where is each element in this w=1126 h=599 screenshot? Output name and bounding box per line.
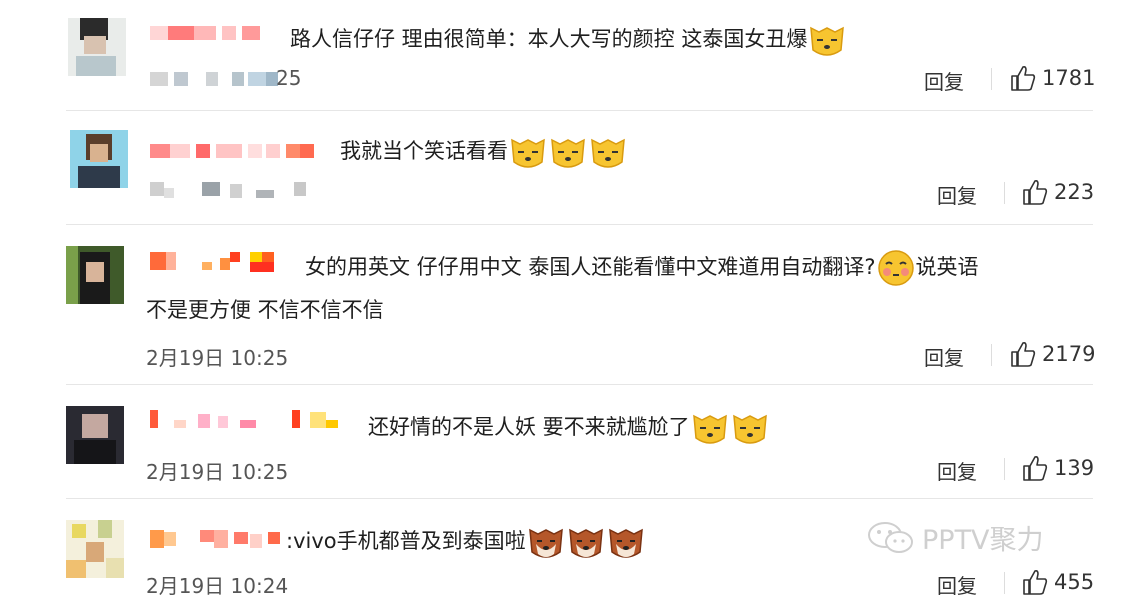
thumbs-up-icon	[1023, 456, 1048, 481]
like-button[interactable]: 455	[1022, 568, 1094, 596]
username-blurred[interactable]	[150, 22, 270, 46]
brown-dog-emoji-icon	[526, 522, 566, 562]
dog-emoji-icon	[690, 408, 730, 448]
timestamp-tail: 25	[276, 66, 302, 90]
dog-emoji-icon	[730, 408, 770, 448]
like-count: 1781	[1042, 66, 1096, 90]
like-count: 455	[1054, 570, 1095, 594]
comment-text-content: 路人信仔仔 理由很简单：本人大写的颜控 这泰国女丑爆	[290, 27, 808, 51]
dog-emoji-icon	[548, 132, 588, 172]
shy-face-emoji-icon	[876, 248, 916, 288]
brown-dog-emoji-icon	[606, 522, 646, 562]
comment-text-content: :vivo手机都普及到泰国啦	[286, 529, 526, 553]
avatar[interactable]	[70, 130, 128, 188]
reply-button[interactable]: 回复	[924, 342, 964, 371]
timestamp-blurred	[150, 180, 310, 204]
reply-button[interactable]: 回复	[937, 456, 977, 485]
separator	[991, 68, 992, 90]
timestamp: 2月19日 10:24	[146, 574, 289, 598]
like-button[interactable]: 139	[1022, 454, 1094, 482]
thumbs-up-icon	[1023, 180, 1048, 205]
comment-text-line2: 不是更方便 不信不信不信	[146, 298, 384, 322]
thumbs-up-icon	[1023, 570, 1048, 595]
divider	[66, 110, 1093, 111]
divider	[66, 384, 1093, 385]
comment-text: 我就当个笑话看看	[340, 132, 628, 172]
thumbs-up-icon	[1011, 66, 1036, 91]
brown-dog-emoji-icon	[566, 522, 606, 562]
comment-text-content: 我就当个笑话看看	[340, 139, 508, 163]
comment-text: :vivo手机都普及到泰国啦	[286, 522, 646, 562]
like-count: 223	[1054, 180, 1095, 204]
avatar[interactable]	[68, 18, 126, 76]
comment-text-after: 说英语	[915, 255, 979, 279]
separator	[1004, 182, 1005, 204]
dog-emoji-icon	[588, 132, 628, 172]
separator	[991, 344, 992, 366]
comment-text-content: 还好情的不是人妖 要不来就尴尬了	[368, 415, 690, 439]
wechat-icon	[868, 521, 913, 553]
reply-button[interactable]: 回复	[924, 66, 964, 95]
comment-text-content: 女的用英文 仔仔用中文 泰国人还能看懂中文难道用自动翻译?	[305, 255, 876, 279]
username-blurred[interactable]	[150, 250, 290, 274]
like-button[interactable]: 1781	[1010, 64, 1095, 92]
comment-text: 路人信仔仔 理由很简单：本人大写的颜控 这泰国女丑爆	[290, 20, 847, 60]
like-count: 2179	[1042, 342, 1096, 366]
username-blurred[interactable]	[150, 408, 350, 432]
watermark-text: PPTV聚力	[922, 525, 1044, 556]
username-blurred[interactable]	[150, 140, 320, 164]
separator	[1004, 572, 1005, 594]
divider	[66, 498, 1093, 499]
dog-emoji-icon	[807, 20, 847, 60]
reply-button[interactable]: 回复	[937, 180, 977, 209]
avatar[interactable]	[66, 246, 124, 304]
like-button[interactable]: 223	[1022, 178, 1094, 206]
like-count: 139	[1054, 456, 1095, 480]
like-button[interactable]: 2179	[1010, 340, 1095, 368]
divider	[66, 224, 1093, 225]
username-blurred[interactable]	[150, 528, 300, 552]
comment-text: 还好情的不是人妖 要不来就尴尬了	[368, 408, 770, 448]
timestamp: 2月19日 10:25	[146, 346, 289, 370]
thumbs-up-icon	[1011, 342, 1036, 367]
timestamp: 2月19日 10:25	[146, 460, 289, 484]
reply-button[interactable]: 回复	[937, 570, 977, 599]
avatar[interactable]	[66, 520, 124, 578]
dog-emoji-icon	[508, 132, 548, 172]
avatar[interactable]	[66, 406, 124, 464]
separator	[1004, 458, 1005, 480]
comment-text: 女的用英文 仔仔用中文 泰国人还能看懂中文难道用自动翻译? 说英语	[305, 248, 979, 288]
watermark: PPTV聚力	[866, 518, 1044, 557]
